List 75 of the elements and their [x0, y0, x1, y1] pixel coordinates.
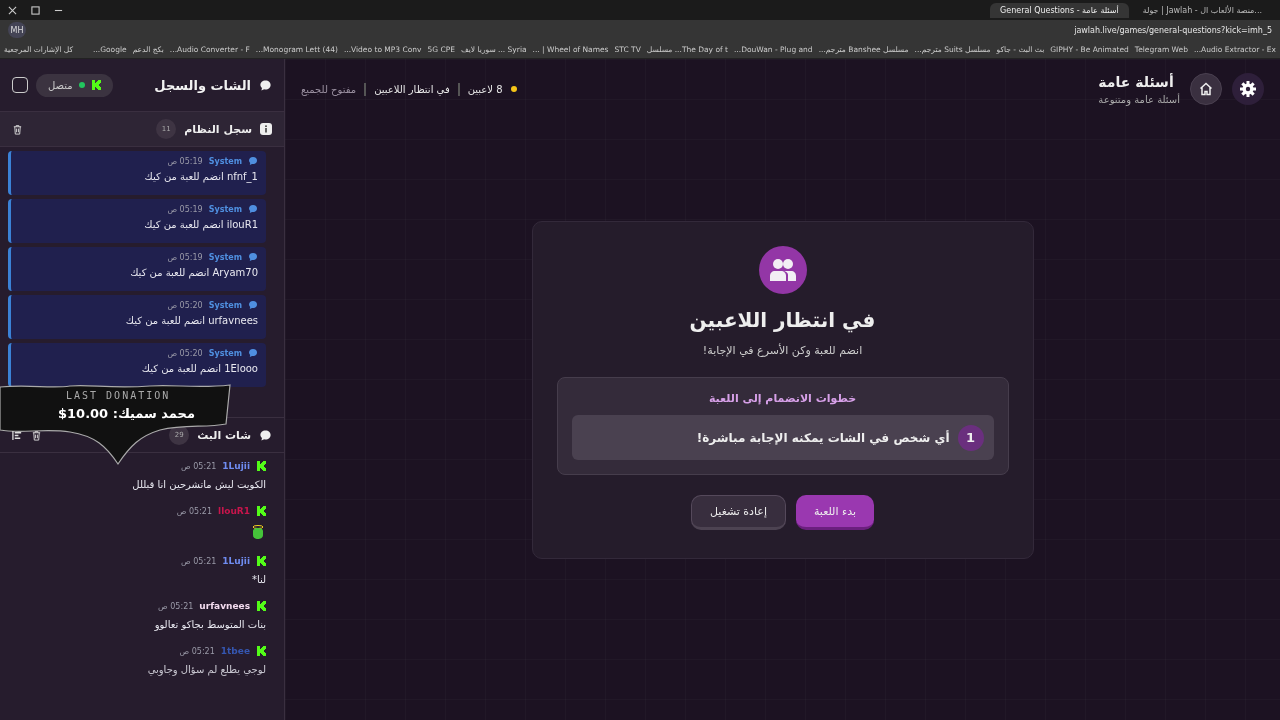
step-text: أي شخص في الشات يمكنه الإجابة مباشرة! — [696, 430, 950, 445]
settings-button[interactable] — [1232, 73, 1264, 105]
message-time: 05:19 ص — [167, 156, 203, 166]
address-bar[interactable]: jawlah.live/games/general-questions?kick=imh_5 — [1074, 25, 1272, 35]
sender-name: System — [208, 252, 242, 262]
start-button[interactable]: بدء اللعبة — [795, 495, 875, 530]
message-time: 05:19 ص — [167, 204, 203, 214]
kick-icon — [256, 646, 266, 656]
message-text: ilouR1 انضم للعبة من كيك — [143, 219, 258, 230]
message-text: لنا* — [250, 574, 266, 585]
message-time: 05:19 ص — [167, 252, 203, 262]
status-dot — [510, 86, 517, 92]
kick-icon — [256, 601, 266, 611]
message-time: 05:21 ص — [176, 506, 213, 516]
message-text: urfavnees انضم للعبة من كيك — [124, 315, 258, 326]
restart-button[interactable]: إعادة تشغيل — [691, 495, 786, 530]
access-label: مفتوح للجميع — [301, 83, 357, 95]
profile-avatar[interactable]: MH — [8, 22, 26, 38]
sender-name: System — [208, 300, 242, 310]
users-icon — [758, 246, 807, 294]
close-icon[interactable] — [8, 5, 17, 15]
card-title: في انتظار اللاعبين — [689, 308, 876, 332]
message-text: 1Elooo انضم للعبة من كيك — [140, 363, 258, 374]
message-text: لوجي يطلع لم سؤال وجاوبي — [146, 664, 266, 675]
donation-label: LAST DONATION — [66, 390, 171, 401]
message-time: 05:21 ص — [158, 601, 194, 611]
emote-icon — [250, 524, 266, 540]
game-state: في انتظار اللاعبين — [374, 83, 450, 95]
game-subtitle: أسئلة عامة ومتنوعة — [1098, 93, 1180, 105]
game-title: أسئلة عامة — [1098, 73, 1174, 90]
maximize-icon[interactable] — [31, 5, 40, 15]
trash-icon[interactable] — [12, 123, 23, 135]
card-subtitle: انضم للعبة وكن الأسرع في الإجابة! — [702, 344, 863, 357]
steps-title: خطوات الانضمام إلى اللعبة — [708, 392, 857, 405]
connection-status: متصل — [36, 73, 113, 97]
panel-title: الشات والسجل — [154, 77, 251, 93]
kick-icon — [256, 506, 266, 516]
home-button[interactable] — [1190, 73, 1222, 105]
chat-bubble-icon — [248, 348, 258, 358]
kick-icon — [256, 461, 266, 471]
home-icon — [1198, 81, 1214, 97]
chat-bubble-icon — [259, 428, 272, 442]
chat-bubble-icon — [259, 78, 272, 92]
player-count: 8 لاعبين — [467, 83, 503, 95]
chat-bubble-icon — [248, 204, 258, 214]
sender-name: System — [208, 156, 242, 166]
chat-bubble-icon — [248, 252, 258, 262]
chat-bubble-icon — [248, 156, 258, 166]
section-title: سجل النظام — [184, 122, 252, 136]
message-text: nfnf_1 انضم للعبة من كيك — [143, 171, 258, 182]
message-text: الكويت ليش ماتشرحين انا قبللل — [131, 479, 266, 490]
info-icon — [260, 123, 272, 135]
username[interactable]: urfavnees — [199, 601, 250, 611]
sender-name: System — [208, 204, 242, 214]
message-time: 05:21 ص — [179, 646, 215, 656]
step-number: 1 — [957, 424, 984, 451]
kick-icon — [256, 556, 266, 566]
sender-name: System — [208, 348, 242, 358]
message-time: 05:20 ص — [167, 300, 203, 310]
message-text: بنات المتوسط بجاكو تعالوو — [153, 619, 266, 630]
align-icon[interactable] — [12, 429, 23, 441]
trash-icon[interactable] — [31, 429, 42, 441]
browser-tab[interactable]: جولة | Jawlah - منصة الألعاب ال... — [1132, 2, 1272, 18]
section-title: شات البث — [197, 428, 251, 442]
donation-text: محمد سميك: 10.00$ — [58, 406, 195, 421]
message-time: 05:20 ص — [167, 348, 203, 358]
kick-icon — [90, 80, 101, 90]
message-time: 05:21 ص — [181, 556, 217, 566]
username[interactable]: 1Lujii — [222, 461, 250, 471]
username[interactable]: 1Lujii — [222, 556, 250, 566]
chat-bubble-icon — [248, 300, 258, 310]
message-time: 05:21 ص — [181, 461, 217, 471]
browser-tab[interactable]: General Questions - أسئلة عامة — [990, 2, 1129, 18]
settings-icon — [1239, 80, 1257, 98]
message-text: Aryam70 انضم للعبة من كيك — [129, 267, 258, 278]
